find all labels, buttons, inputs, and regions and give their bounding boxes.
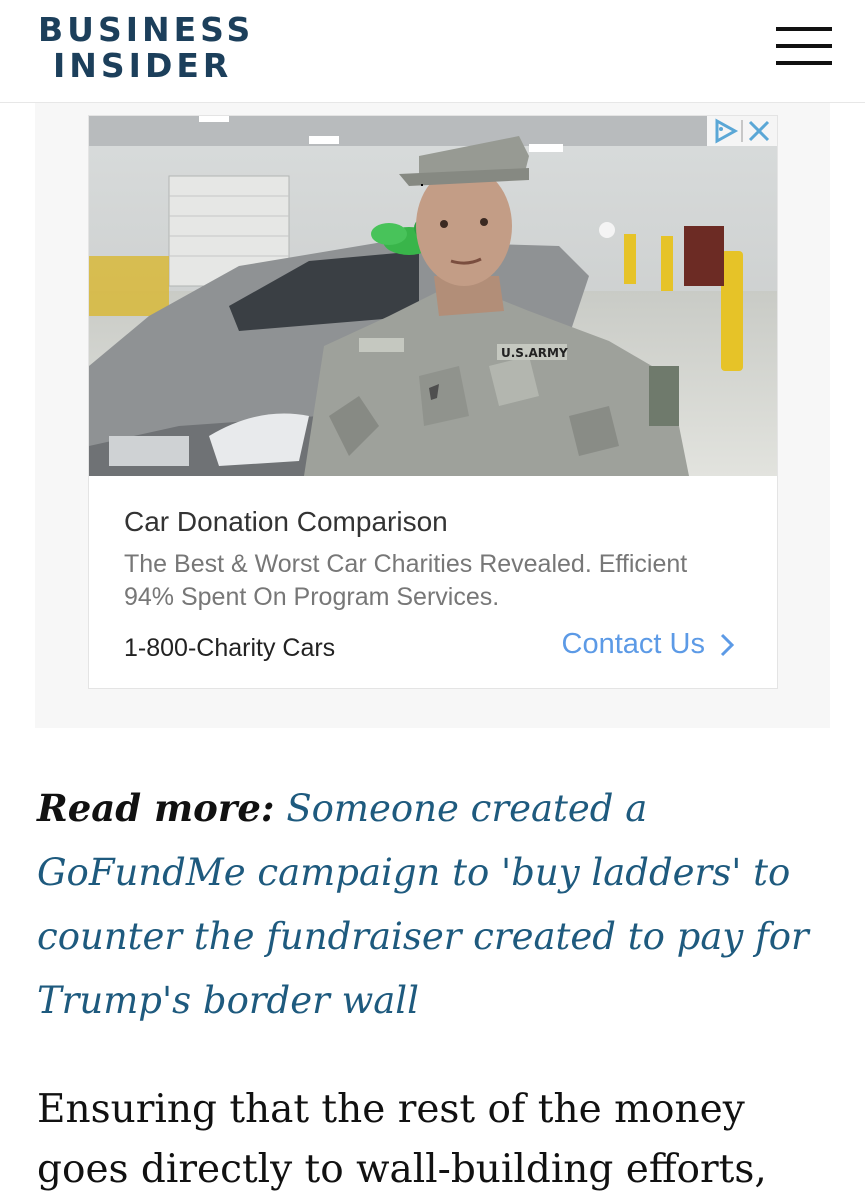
business-insider-logo[interactable]: BUSINESS INSIDER (38, 12, 254, 84)
svg-text:U.S.ARMY: U.S.ARMY (501, 346, 568, 360)
hamburger-menu-icon[interactable] (776, 27, 832, 67)
ad-card[interactable]: U.S.ARMY Car Donation Comparison The Bes… (88, 115, 778, 689)
ad-container: U.S.ARMY Car Donation Comparison The Bes… (35, 103, 830, 728)
ad-title[interactable]: Car Donation Comparison (124, 506, 448, 538)
adchoices-icon (715, 118, 739, 144)
site-header: BUSINESS INSIDER (0, 0, 865, 103)
article-paragraph: Ensuring that the rest of the money goes… (37, 1087, 767, 1192)
contact-us-label: Contact Us (561, 628, 705, 660)
ad-image-soldier-car[interactable]: U.S.ARMY (89, 116, 777, 476)
chevron-right-icon (720, 633, 735, 656)
logo-line-2: INSIDER (53, 46, 233, 85)
ad-description: The Best & Worst Car Charities Revealed.… (124, 550, 688, 611)
ad-advertiser: 1-800-Charity Cars (124, 634, 336, 662)
read-more-block: Read more: Someone created a GoFundMe ca… (37, 776, 837, 1033)
contact-us-button[interactable]: Contact Us (562, 628, 735, 661)
read-more-label: Read more: (37, 786, 275, 830)
close-icon (748, 120, 770, 142)
logo-line-1: BUSINESS (38, 10, 255, 49)
ad-badge[interactable] (707, 116, 777, 146)
